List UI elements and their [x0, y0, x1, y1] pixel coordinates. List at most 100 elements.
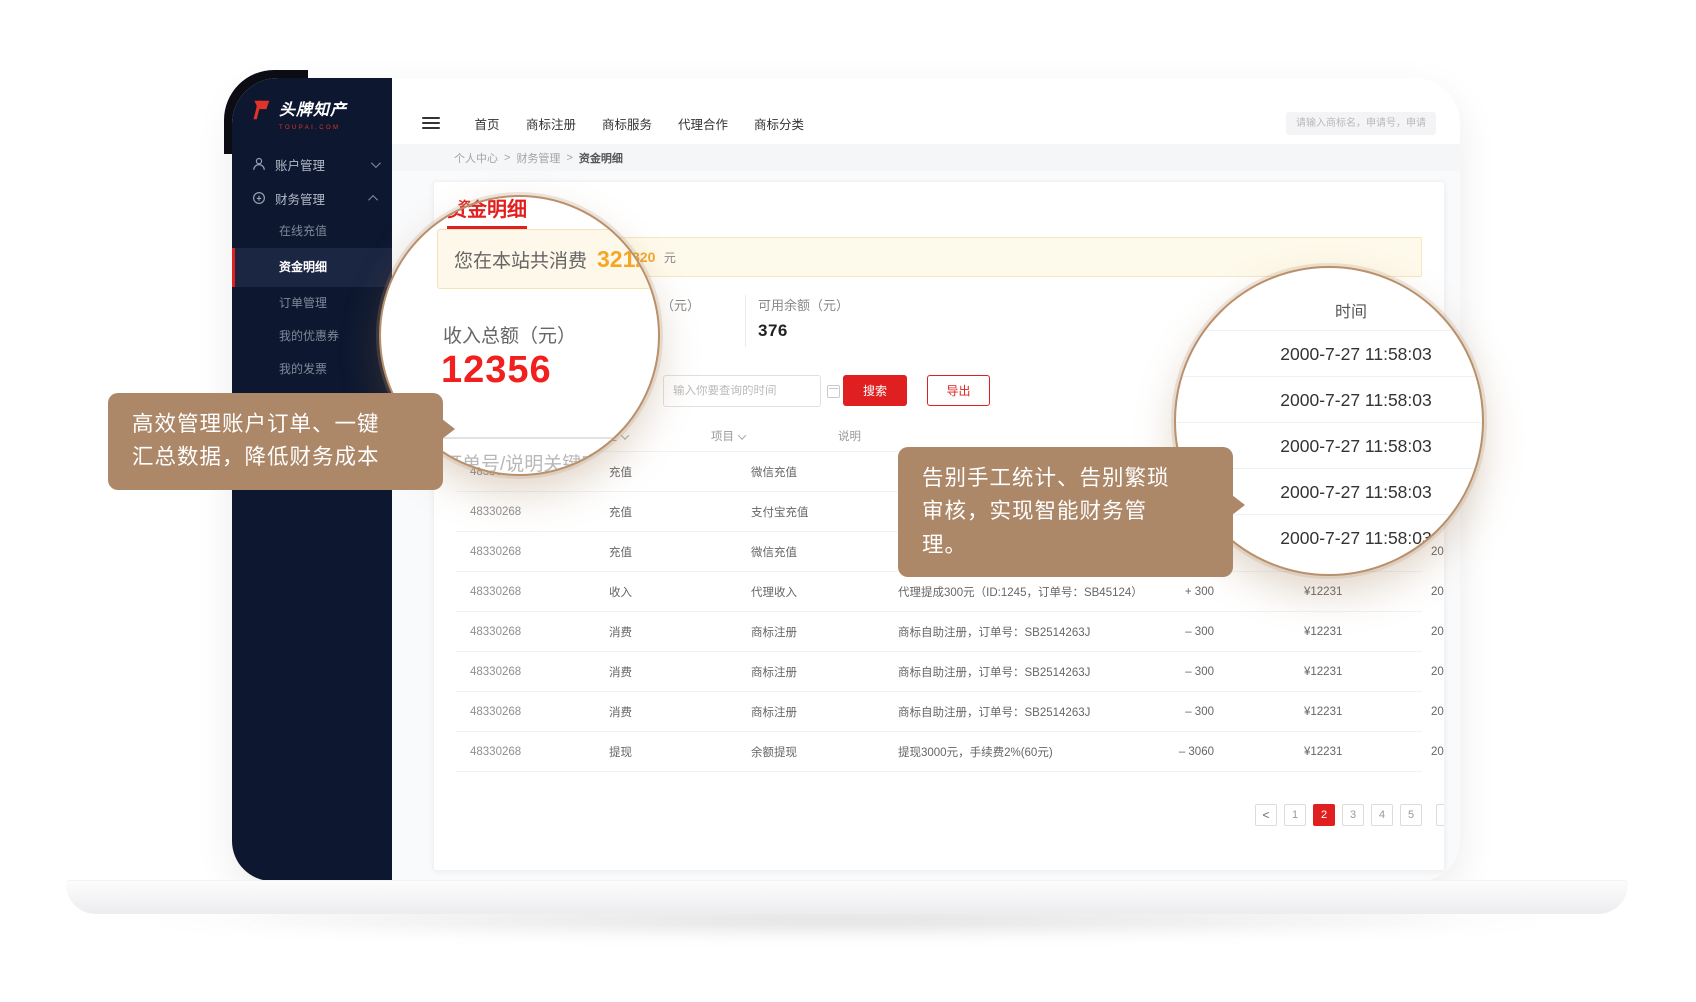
nav-item-agency[interactable]: 代理合作	[678, 114, 728, 133]
sidebar-item-finance[interactable]: 财务管理	[232, 181, 392, 215]
cell-time: 2000-7-27 11:58:03	[1431, 666, 1445, 678]
cell-time: 2000-7-27 11:58:03	[1431, 586, 1445, 598]
cell-type: 提现	[609, 744, 632, 760]
cell-amount: – 3060	[1096, 746, 1214, 758]
nav-menu: 首页 商标注册 商标服务 代理合作 商标分类	[474, 114, 804, 133]
cell-order: 48330268	[470, 546, 521, 558]
cell-type: 消费	[609, 664, 632, 680]
cell-amount: – 300	[1096, 626, 1214, 638]
user-icon	[252, 157, 266, 171]
pagination-page-2[interactable]: 2	[1313, 804, 1335, 826]
callout-right-line: 理。	[922, 529, 1209, 562]
callout-left: 高效管理账户订单、一键 汇总数据，降低财务成本	[108, 393, 443, 490]
stat-divider	[745, 295, 746, 347]
col-project[interactable]: 项目	[711, 428, 745, 444]
callout-left-arrow	[442, 419, 455, 439]
sidebar-item-fund-details[interactable]: 资金明细	[232, 248, 392, 287]
cell-type: 收入	[609, 584, 632, 600]
page: 头牌知产 TOUPAI.COM 账户管理 财务管理	[0, 0, 1696, 1002]
sidebar-item-account[interactable]: 账户管理	[232, 147, 392, 181]
nav-item-trademark-register[interactable]: 商标注册	[526, 114, 576, 133]
cell-order: 48330268	[470, 506, 521, 518]
breadcrumb-separator: >	[504, 152, 510, 164]
col-project-label: 项目	[711, 431, 734, 443]
magnified-time-row: 2000-7-27 11:58:03	[1174, 376, 1484, 423]
pagination-prev-button[interactable]: <	[1255, 804, 1277, 826]
stat-balance: 可用余额（元） 376	[758, 295, 849, 341]
consumption-unit: 元	[664, 251, 676, 265]
breadcrumb-separator: >	[566, 152, 572, 164]
cell-time: 2000-7-27 11:58:03	[1431, 746, 1445, 758]
pagination-page-5[interactable]: 5	[1400, 804, 1422, 826]
cell-desc: 商标自助注册，订单号：SB2514263J	[898, 664, 1090, 680]
cell-desc: 提现3000元，手续费2%(60元)	[898, 744, 1053, 760]
top-navbar: 首页 商标注册 商标服务 代理合作 商标分类	[392, 78, 1460, 144]
search-button[interactable]: 搜索	[843, 375, 907, 406]
cell-project: 商标注册	[751, 664, 797, 680]
chevron-up-icon	[368, 194, 378, 204]
sidebar-item-coupons[interactable]: 我的优惠券	[232, 320, 392, 353]
callout-left-line: 汇总数据，降低财务成本	[132, 441, 419, 474]
export-button[interactable]: 导出	[927, 375, 990, 406]
time-input-box[interactable]	[663, 375, 821, 407]
callout-right-arrow	[1232, 495, 1245, 515]
cell-balance: ¥12231	[1304, 706, 1342, 718]
table-row[interactable]: 48330268 收入 代理收入 代理提成300元（ID:1245，订单号：SB…	[456, 572, 1422, 612]
breadcrumb-item[interactable]: 财务管理	[516, 150, 560, 166]
magnified-keyword-input: 订单号/说明关键字	[425, 437, 660, 476]
laptop-base	[66, 880, 1628, 914]
pagination-page-4[interactable]: 4	[1371, 804, 1393, 826]
callout-right: 告别手工统计、告别繁琐 审核，实现智能财务管 理。	[898, 447, 1233, 577]
cell-order: 48330268	[470, 746, 521, 758]
breadcrumb-item[interactable]: 个人中心	[454, 150, 498, 166]
table-row[interactable]: 48330268 消费 商标注册 商标自助注册，订单号：SB2514263J –…	[456, 652, 1422, 692]
cell-order: 48330268	[470, 586, 521, 598]
caret-down-icon	[738, 431, 746, 439]
chevron-down-icon	[371, 158, 381, 168]
hamburger-icon[interactable]	[422, 117, 440, 129]
cell-order: 48330268	[470, 706, 521, 718]
calendar-icon	[827, 385, 840, 398]
cell-project: 微信充值	[751, 544, 797, 560]
sidebar-item-order-management[interactable]: 订单管理	[232, 287, 392, 320]
table-row[interactable]: 48330268 提现 余额提现 提现3000元，手续费2%(60元) – 30…	[456, 732, 1422, 772]
cell-desc: 商标自助注册，订单号：SB2514263J	[898, 704, 1090, 720]
breadcrumb: 个人中心 > 财务管理 > 资金明细	[392, 144, 1460, 171]
pagination-page-1[interactable]: 1	[1284, 804, 1306, 826]
cell-desc: 商标自助注册，订单号：SB2514263J	[898, 624, 1090, 640]
cell-type: 充值	[609, 544, 632, 560]
cell-time: 2000-7-27 11:58:03	[1431, 626, 1445, 638]
sidebar-item-label: 财务管理	[275, 189, 362, 208]
cell-project: 支付宝充值	[751, 504, 809, 520]
magnified-income-label: 收入总额（元）	[443, 321, 576, 348]
cell-project: 微信充值	[751, 464, 797, 480]
nav-item-trademark-category[interactable]: 商标分类	[754, 114, 804, 133]
pagination-page-3[interactable]: 3	[1342, 804, 1364, 826]
callout-left-line: 高效管理账户订单、一键	[132, 408, 419, 441]
nav-item-trademark-service[interactable]: 商标服务	[602, 114, 652, 133]
magnified-time-row: 2000-7-27 11:58:03	[1174, 330, 1484, 377]
table-row[interactable]: 48330268 消费 商标注册 商标自助注册，订单号：SB2514263J –…	[456, 612, 1422, 652]
cell-type: 消费	[609, 624, 632, 640]
cell-amount: + 300	[1096, 586, 1214, 598]
sidebar-item-invoices[interactable]: 我的发票	[232, 353, 392, 386]
table-row[interactable]: 48330268 消费 商标注册 商标自助注册，订单号：SB2514263J –…	[456, 692, 1422, 732]
magnified-consumption-banner: 您在本站共消费 32124	[437, 229, 660, 289]
magnified-time-header: 时间	[1176, 296, 1482, 330]
nav-item-home[interactable]: 首页	[474, 114, 500, 133]
brand-name: 头牌知产	[279, 98, 347, 124]
cell-project: 商标注册	[751, 704, 797, 720]
callout-right-line: 审核，实现智能财务管	[922, 495, 1209, 528]
search-input[interactable]	[1286, 112, 1436, 135]
sidebar-item-online-recharge[interactable]: 在线充值	[232, 215, 392, 248]
callout-right-line: 告别手工统计、告别繁琐	[922, 462, 1209, 495]
brand-logo[interactable]: 头牌知产 TOUPAI.COM	[232, 78, 392, 131]
cell-project: 余额提现	[751, 744, 797, 760]
time-input[interactable]	[673, 385, 827, 397]
cell-balance: ¥12231	[1304, 626, 1342, 638]
cell-project: 代理收入	[751, 584, 797, 600]
cell-order: 48330268	[470, 626, 521, 638]
magnified-banner-prefix: 您在本站共消费	[454, 246, 587, 273]
pagination-next-clipped[interactable]	[1436, 804, 1445, 826]
cell-balance: ¥12231	[1304, 666, 1342, 678]
